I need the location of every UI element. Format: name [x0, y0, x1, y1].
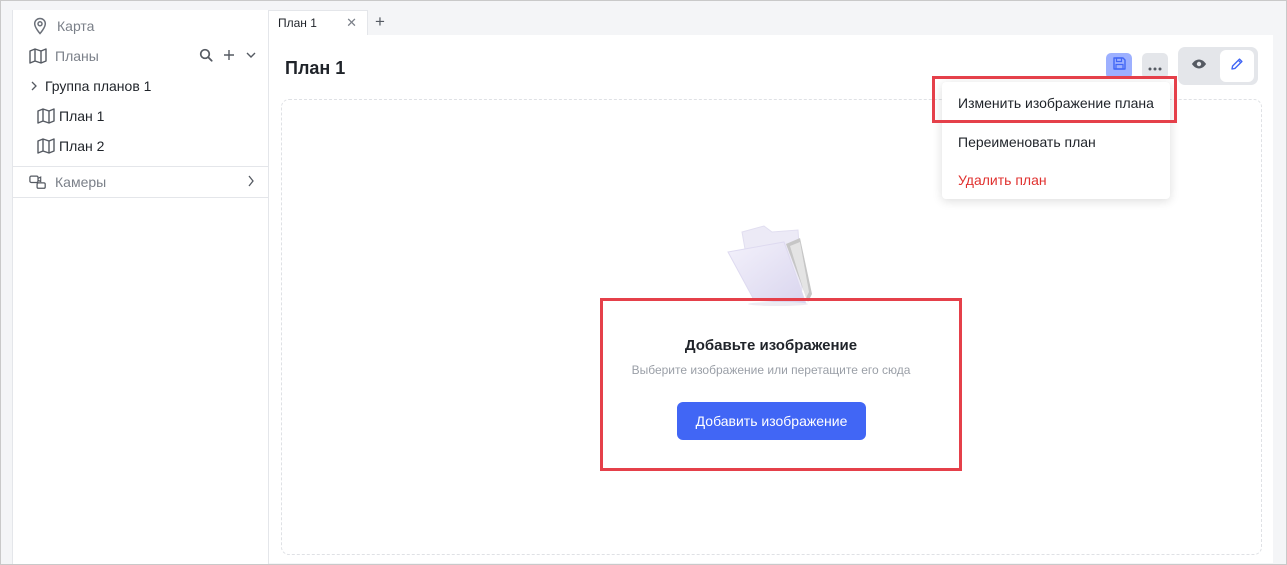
tab-bar: План 1 ✕ +	[269, 10, 1285, 35]
eye-icon	[1191, 57, 1207, 75]
sidebar-item-label: Карта	[57, 18, 95, 34]
more-button[interactable]	[1142, 53, 1168, 79]
search-icon[interactable]	[199, 48, 213, 65]
add-image-button[interactable]: Добавить изображение	[677, 402, 866, 440]
map-icon	[37, 107, 55, 125]
map-icon	[37, 137, 55, 155]
sidebar-item-plan-1[interactable]: План 1	[13, 101, 269, 131]
view-mode-toggle	[1178, 47, 1258, 85]
folder-illustration	[724, 222, 818, 311]
page-title: План 1	[285, 58, 346, 78]
save-icon	[1112, 56, 1127, 76]
sidebar-item-label: План 2	[59, 138, 105, 154]
chevron-right-icon	[29, 77, 39, 95]
map-pin-icon	[31, 17, 49, 35]
empty-state-subtitle: Выберите изображение или перетащите его …	[631, 363, 911, 377]
more-icon	[1148, 58, 1162, 74]
chevron-right-icon[interactable]	[247, 174, 255, 190]
chevron-down-icon[interactable]	[245, 48, 257, 64]
sidebar: Карта Планы Группа планов 1 План 1 План …	[12, 10, 269, 564]
add-icon[interactable]	[223, 48, 235, 64]
sidebar-item-map[interactable]: Карта	[13, 11, 269, 41]
plan-context-menu: Изменить изображение плана Переименовать…	[942, 82, 1170, 199]
tab-plan-1[interactable]: План 1 ✕	[269, 10, 368, 35]
close-icon[interactable]: ✕	[346, 15, 357, 31]
sidebar-item-cameras[interactable]: Камеры	[13, 167, 269, 197]
camera-icon	[29, 173, 47, 191]
menu-item-change-image[interactable]: Изменить изображение плана	[958, 95, 1154, 111]
save-button[interactable]	[1106, 53, 1132, 79]
sidebar-item-label: План 1	[59, 108, 105, 124]
pencil-icon	[1230, 57, 1244, 76]
sidebar-item-plan-group[interactable]: Группа планов 1	[13, 71, 269, 101]
sidebar-item-plans[interactable]: Планы	[13, 41, 269, 71]
sidebar-item-label: Камеры	[55, 174, 107, 190]
tab-label: План 1	[278, 16, 317, 30]
divider	[13, 197, 269, 198]
sidebar-item-label: Группа планов 1	[45, 78, 152, 94]
add-tab-icon[interactable]: +	[375, 12, 385, 32]
view-mode-button[interactable]	[1182, 50, 1216, 82]
sidebar-item-label: Планы	[55, 48, 99, 64]
menu-item-delete[interactable]: Удалить план	[958, 172, 1047, 188]
plans-actions	[199, 48, 257, 65]
sidebar-item-plan-2[interactable]: План 2	[13, 131, 269, 161]
edit-mode-button[interactable]	[1220, 50, 1254, 82]
empty-state-title: Добавьте изображение	[684, 337, 858, 354]
map-icon	[29, 47, 47, 65]
menu-item-rename[interactable]: Переименовать план	[958, 134, 1096, 150]
